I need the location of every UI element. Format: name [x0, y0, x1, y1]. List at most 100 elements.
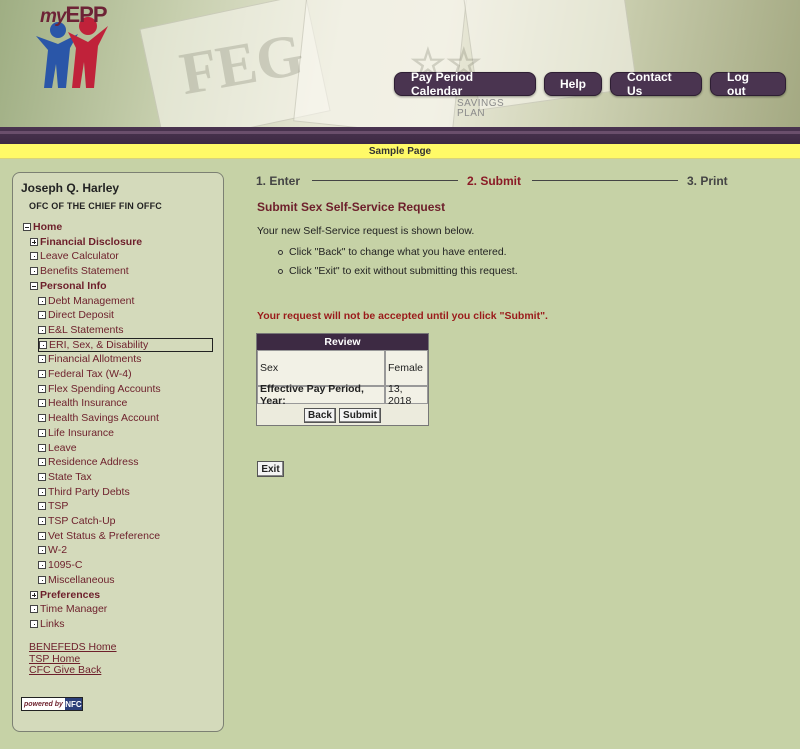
site-header: FEG ☆☆ myEPP SAVINGS PLAN Pay Period Cal…	[0, 0, 800, 127]
table-row: Sex Female	[257, 350, 428, 386]
sidebar-item-personal-info[interactable]: Personal Info	[30, 279, 107, 293]
sidebar-item-home[interactable]: Home	[23, 220, 62, 234]
intro-text: Your new Self-Service request is shown b…	[257, 225, 475, 237]
sidebar-item-miscellaneous[interactable]: Miscellaneous	[38, 573, 115, 587]
exit-button[interactable]: Exit	[257, 461, 284, 477]
log-out-button[interactable]: Log out	[710, 70, 786, 98]
submit-button[interactable]: Submit	[339, 407, 381, 423]
powered-by-text: powered by	[24, 700, 63, 708]
benefeds-home-link[interactable]: BENEFEDS Home	[29, 641, 117, 653]
leaf-icon	[30, 267, 38, 276]
sidebar-item-label: Flex Spending Accounts	[48, 382, 161, 395]
sidebar-item-leave-calculator[interactable]: Leave Calculator	[30, 249, 119, 263]
leaf-icon	[38, 325, 46, 334]
sidebar-item-tsp-catch-up[interactable]: TSP Catch-Up	[38, 514, 116, 528]
sidebar-item-1095-c[interactable]: 1095-C	[38, 558, 82, 572]
sidebar-item-vet-status-preference[interactable]: Vet Status & Preference	[38, 529, 160, 543]
sample-page-banner: Sample Page	[0, 144, 800, 159]
table-row: Effective Pay Period, Year: 13, 2018	[257, 383, 428, 407]
expand-icon[interactable]	[30, 590, 38, 599]
step-enter: 1. Enter	[256, 174, 301, 188]
leaf-icon	[38, 443, 46, 452]
bullet-icon	[278, 249, 283, 255]
sidebar-item-leave[interactable]: Leave	[38, 441, 77, 455]
sidebar-item-label: Debt Management	[48, 294, 135, 307]
leaf-icon	[30, 619, 38, 628]
powered-by-nfc-badge[interactable]: powered by NFC	[21, 697, 83, 711]
user-office: OFC OF THE CHIEF FIN OFFC	[29, 201, 162, 211]
sidebar-item-label: 1095-C	[48, 559, 83, 572]
sidebar-item-residence-address[interactable]: Residence Address	[38, 455, 138, 469]
sidebar-item-state-tax[interactable]: State Tax	[38, 470, 92, 484]
sidebar-item-label: Links	[40, 617, 65, 630]
leaf-icon	[38, 384, 46, 393]
logo-text: myEPP	[40, 2, 108, 27]
savings-plan-text: SAVINGS PLAN	[457, 98, 505, 119]
sidebar-item-label: Third Party Debts	[48, 485, 130, 498]
step-connector	[532, 180, 678, 181]
sidebar-item-label: Financial Disclosure	[40, 235, 143, 248]
leaf-icon	[38, 458, 46, 467]
sidebar-item-benefits-statement[interactable]: Benefits Statement	[30, 264, 129, 278]
sidebar-item-direct-deposit[interactable]: Direct Deposit	[38, 308, 114, 322]
sidebar-item-label: Health Savings Account	[48, 412, 159, 425]
review-header: Review	[257, 334, 428, 350]
leaf-icon	[30, 252, 38, 261]
sidebar-item-label: Benefits Statement	[40, 265, 129, 278]
sidebar-item-third-party-debts[interactable]: Third Party Debts	[38, 485, 130, 499]
contact-us-button[interactable]: Contact Us	[610, 70, 702, 98]
sidebar: Joseph Q. Harley OFC OF THE CHIEF FIN OF…	[12, 172, 224, 732]
sidebar-item-label: W-2	[48, 544, 68, 557]
instruction-exit: Click "Exit" to exit without submitting …	[278, 265, 518, 277]
sidebar-item-financial-allotments[interactable]: Financial Allotments	[38, 352, 141, 366]
review-table: Review Sex Female Effective Pay Period, …	[256, 333, 429, 426]
sidebar-item-e-l-statements[interactable]: E&L Statements	[38, 323, 123, 337]
user-name: Joseph Q. Harley	[21, 181, 120, 195]
sidebar-item-label: Federal Tax (W-4)	[48, 368, 132, 380]
leaf-icon	[38, 370, 46, 378]
sidebar-item-federal-tax-w-4[interactable]: Federal Tax (W-4)	[38, 367, 132, 381]
sidebar-item-health-insurance[interactable]: Health Insurance	[38, 396, 127, 410]
step-submit: 2. Submit	[467, 174, 522, 188]
step-print: 3. Print	[687, 174, 728, 188]
review-value-pay-period: 13, 2018	[385, 383, 428, 407]
nfc-logo-icon: NFC	[64, 698, 82, 710]
back-button[interactable]: Back	[304, 407, 336, 423]
sidebar-item-tsp[interactable]: TSP	[38, 499, 68, 513]
top-nav: Pay Period Calendar Help Contact Us Log …	[394, 70, 786, 98]
sidebar-item-debt-management[interactable]: Debt Management	[38, 294, 134, 308]
leaf-icon	[38, 414, 46, 423]
collapse-icon[interactable]	[23, 223, 31, 231]
sidebar-item-financial-disclosure[interactable]: Financial Disclosure	[30, 235, 142, 249]
sidebar-item-flex-spending-accounts[interactable]: Flex Spending Accounts	[38, 382, 161, 396]
sidebar-item-label: State Tax	[48, 470, 92, 483]
leaf-icon	[38, 472, 46, 481]
expand-icon[interactable]	[30, 237, 38, 246]
sidebar-item-w-2[interactable]: W-2	[38, 543, 67, 557]
sidebar-item-health-savings-account[interactable]: Health Savings Account	[38, 411, 159, 425]
sidebar-item-preferences[interactable]: Preferences	[30, 588, 100, 602]
sidebar-item-label: Residence Address	[48, 456, 139, 469]
leaf-icon	[38, 546, 46, 555]
cfc-give-back-link[interactable]: CFC Give Back	[29, 664, 101, 676]
help-button[interactable]: Help	[544, 72, 602, 96]
sidebar-item-links[interactable]: Links	[30, 617, 65, 631]
leaf-icon	[38, 517, 46, 525]
review-actions: Back Submit	[257, 405, 428, 425]
pay-period-calendar-button[interactable]: Pay Period Calendar	[394, 70, 536, 98]
sidebar-item-life-insurance[interactable]: Life Insurance	[38, 426, 114, 440]
sidebar-item-label: TSP	[48, 500, 69, 513]
step-connector	[312, 180, 458, 181]
sidebar-item-label: Home	[33, 221, 63, 233]
leaf-icon	[38, 502, 46, 511]
collapse-icon[interactable]	[30, 281, 38, 290]
sidebar-item-eri-sex-disability[interactable]: ERI, Sex, & Disability	[38, 337, 213, 352]
leaf-icon	[38, 355, 46, 364]
sidebar-item-label: Direct Deposit	[48, 309, 114, 322]
leaf-icon	[38, 399, 46, 408]
sidebar-item-label: Preferences	[40, 588, 101, 601]
sidebar-item-label: Financial Allotments	[48, 353, 142, 366]
sidebar-item-time-manager[interactable]: Time Manager	[30, 602, 107, 616]
sidebar-item-label: Vet Status & Preference	[48, 529, 161, 542]
leaf-icon	[39, 340, 47, 349]
